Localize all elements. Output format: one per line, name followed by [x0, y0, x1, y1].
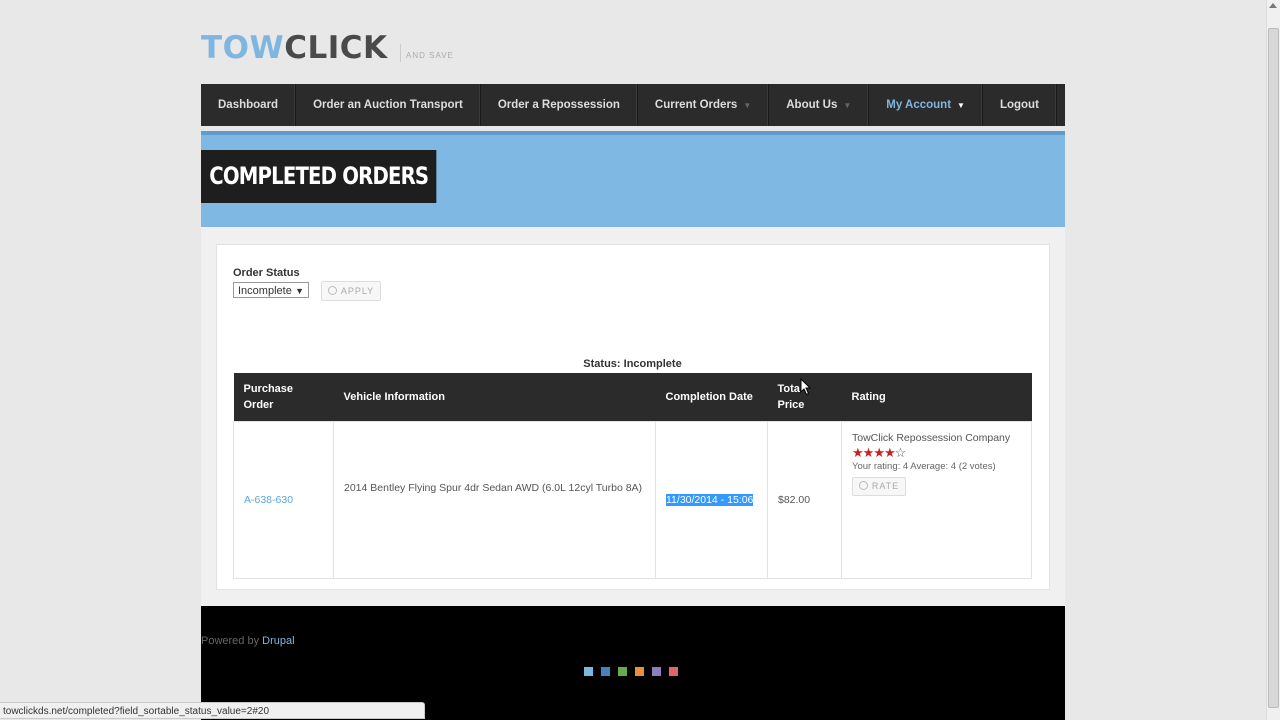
color-swatch[interactable] [669, 667, 678, 676]
star-filled-icon[interactable]: ★ [852, 445, 864, 460]
apply-button[interactable]: APPLY [321, 281, 381, 301]
page-title: COMPLETED ORDERS [201, 150, 437, 203]
vehicle-info: 2014 Bentley Flying Spur 4dr Sedan AWD (… [344, 482, 643, 494]
logo-part-click: CLICK [284, 30, 388, 66]
chevron-down-icon: ▼ [843, 101, 852, 110]
page-banner: COMPLETED ORDERS [201, 131, 1065, 231]
main-nav: Dashboard Order an Auction Transport Ord… [201, 84, 1065, 126]
cell-rating: TowClick Repossession Company ★★★★☆ Your… [841, 421, 1032, 579]
order-status-select[interactable]: Incomplete ▼ [233, 282, 309, 298]
color-swatch[interactable] [584, 667, 593, 676]
drupal-link[interactable]: Drupal [262, 635, 294, 647]
star-rating[interactable]: ★★★★☆ [852, 446, 1021, 460]
table-header-row: Purchase Order Vehicle Information Compl… [233, 373, 1032, 422]
color-swatch[interactable] [635, 667, 644, 676]
star-filled-icon[interactable]: ★ [863, 445, 875, 460]
powered-prefix: Powered by [201, 635, 263, 647]
rate-label: RATE [871, 481, 900, 491]
star-filled-icon[interactable]: ★ [884, 445, 896, 460]
apply-label: APPLY [340, 286, 375, 296]
scroll-up-arrow-icon[interactable] [1269, 3, 1277, 8]
nav-item-current-orders[interactable]: Current Orders ▼ [638, 84, 770, 126]
nav-item-order-repossession[interactable]: Order a Repossession [481, 84, 638, 126]
star-empty-icon[interactable]: ☆ [895, 445, 907, 460]
col-purchase-order[interactable]: Purchase Order [233, 373, 334, 422]
cell-vehicle: 2014 Bentley Flying Spur 4dr Sedan AWD (… [333, 421, 656, 579]
nav-label: About Us [786, 99, 838, 111]
cell-po: A-638-630 [233, 421, 334, 579]
nav-item-my-account[interactable]: My Account ▼ [869, 84, 983, 126]
star-filled-icon[interactable]: ★ [873, 445, 885, 460]
nav-item-about-us[interactable]: About Us ▼ [769, 84, 870, 126]
nav-label: Logout [999, 99, 1039, 111]
nav-label: Dashboard [218, 99, 279, 111]
rating-company: TowClick Repossession Company [852, 432, 1011, 444]
site-logo[interactable]: TOWCLICK [201, 30, 388, 70]
table-caption: Status: Incomplete [583, 358, 682, 370]
nav-label: Current Orders [654, 99, 738, 111]
total-price: $82.00 [778, 494, 811, 506]
color-swatch[interactable] [652, 667, 661, 676]
button-circle-icon [327, 286, 337, 295]
completion-date: 11/30/2014 - 15:06 [666, 494, 754, 506]
orders-table: Purchase Order Vehicle Information Compl… [233, 373, 1032, 579]
vertical-scrollbar[interactable] [1266, 0, 1280, 720]
chevron-down-icon: ▼ [743, 101, 752, 110]
col-completion-date[interactable]: Completion Date [655, 373, 768, 422]
nav-label: My Account [886, 99, 952, 111]
select-arrow-icon: ▼ [295, 286, 304, 296]
nav-item-dashboard[interactable]: Dashboard [201, 84, 297, 126]
col-rating[interactable]: Rating [841, 373, 1032, 422]
po-link[interactable]: A-638-630 [244, 494, 293, 506]
order-status-label: Order Status [233, 267, 300, 279]
nav-label: Order an Auction Transport [313, 99, 463, 111]
order-status-value: Incomplete [238, 285, 292, 297]
color-swatches [584, 667, 678, 676]
color-swatch[interactable] [601, 667, 610, 676]
button-circle-icon [858, 481, 868, 490]
mouse-cursor-icon [800, 378, 812, 396]
nav-item-order-auction-transport[interactable]: Order an Auction Transport [296, 84, 481, 126]
site-slogan: AND SAVE [400, 44, 454, 62]
chevron-down-icon: ▼ [957, 101, 965, 110]
scrollbar-thumb[interactable] [1268, 28, 1279, 708]
rating-info: Your rating: 4 Average: 4 (2 votes) [852, 461, 996, 472]
browser-status-bar: towclickds.net/completed?field_sortable_… [0, 702, 425, 719]
nav-label: Order a Repossession [497, 99, 620, 111]
cell-price: $82.00 [767, 421, 842, 579]
rate-button[interactable]: RATE [852, 477, 906, 496]
table-row: A-638-630 2014 Bentley Flying Spur 4dr S… [233, 421, 1032, 579]
nav-item-logout[interactable]: Logout [983, 84, 1057, 126]
color-swatch[interactable] [618, 667, 627, 676]
col-vehicle-info[interactable]: Vehicle Information [333, 373, 656, 422]
logo-part-tow: TOW [201, 30, 285, 66]
cell-date: 11/30/2014 - 15:06 [655, 421, 768, 579]
powered-by: Powered by Drupal [201, 635, 295, 647]
